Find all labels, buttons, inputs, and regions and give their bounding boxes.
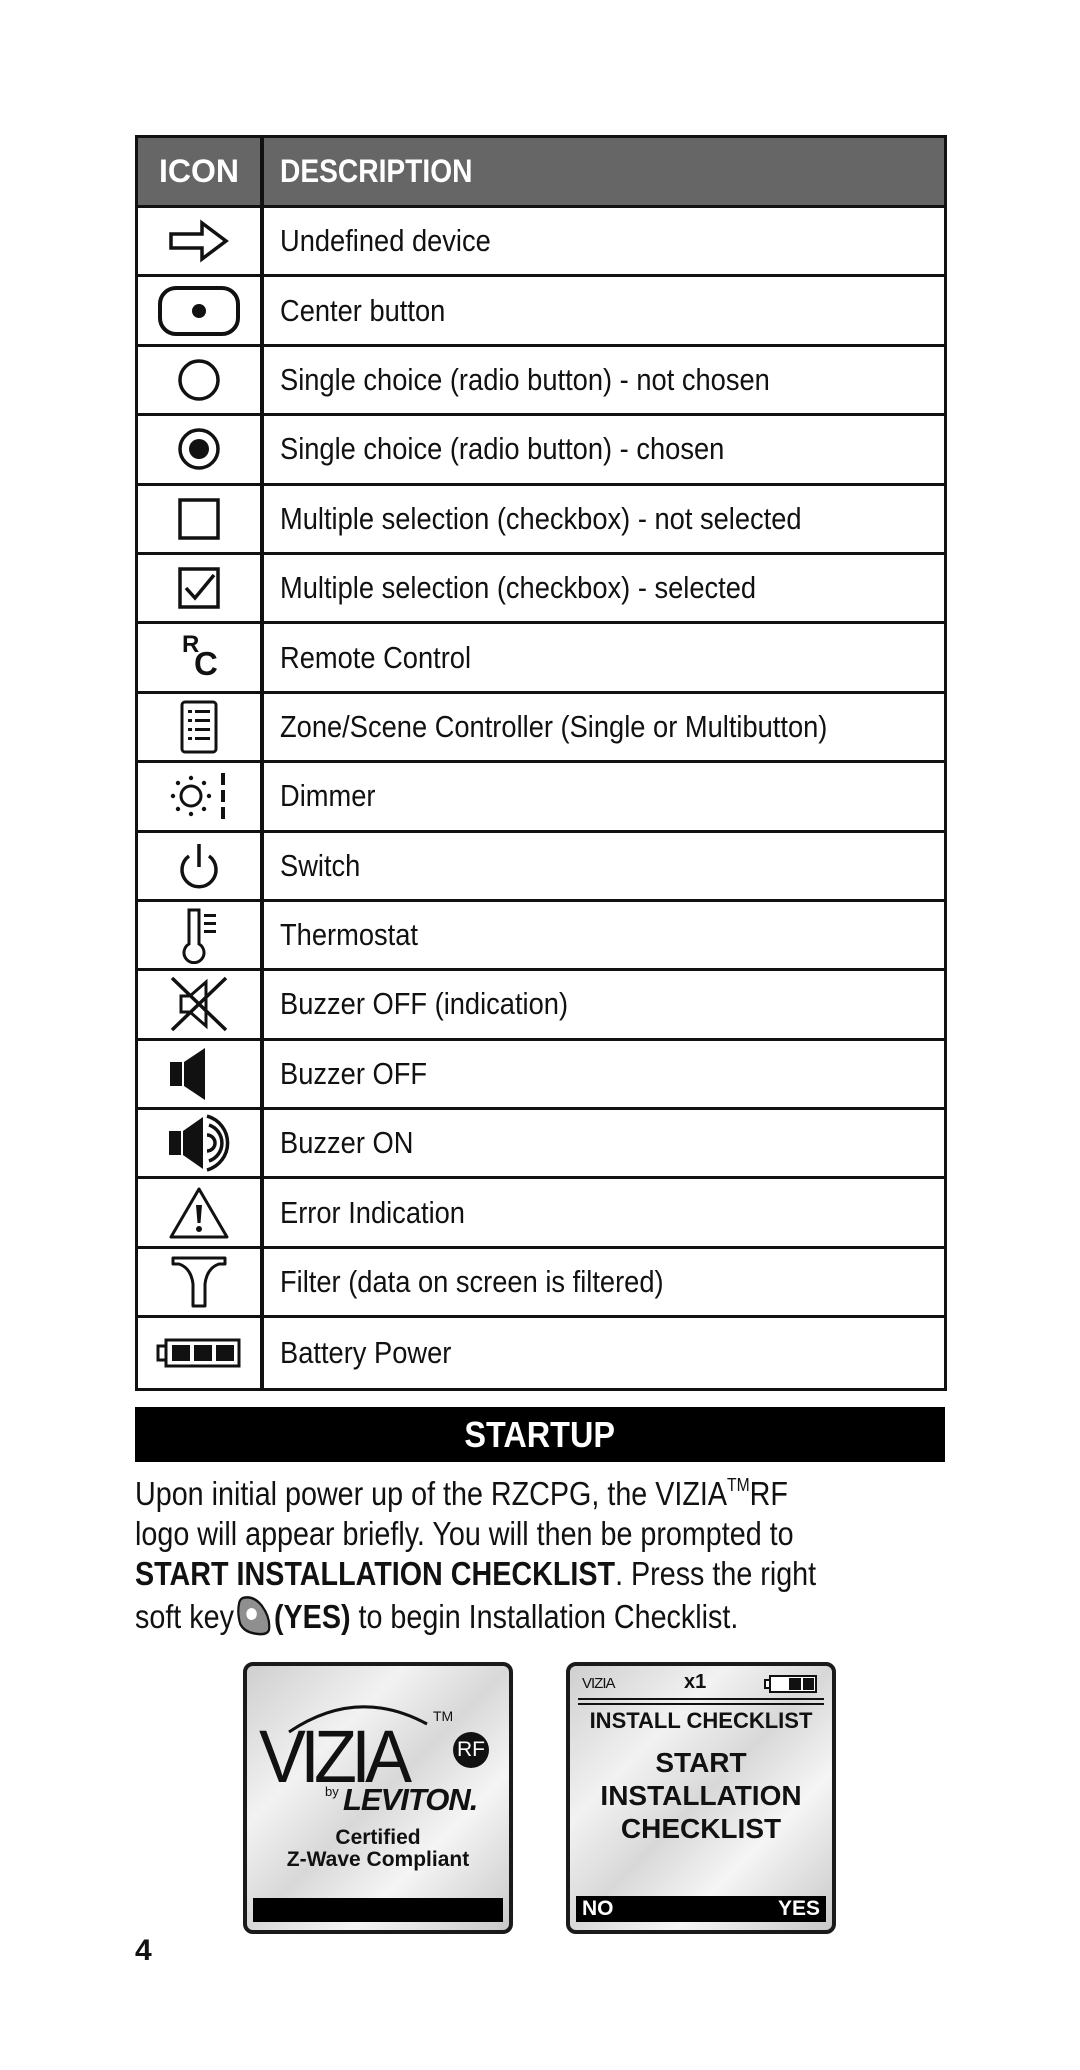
- row-description: Error Indication: [280, 1194, 465, 1230]
- row-description: Single choice (radio button) - chosen: [280, 431, 725, 467]
- description-column-header: DESCRIPTION: [280, 153, 473, 189]
- table-row: Buzzer OFF: [138, 1040, 944, 1111]
- row-description: Multiple selection (checkbox) - selected: [280, 570, 757, 606]
- filter-funnel-icon: [169, 1254, 229, 1310]
- leviton-logo-text: LEVITON.: [343, 1782, 478, 1817]
- vizia-mini-logo: VIZIA: [582, 1675, 616, 1692]
- dimmer-icon: [167, 769, 231, 823]
- row-description: Buzzer OFF: [280, 1055, 428, 1091]
- battery-full-icon: [156, 1337, 242, 1369]
- table-row: Buzzer ON: [138, 1110, 944, 1180]
- table-row: Zone/Scene Controller (Single or Multibu…: [138, 693, 944, 764]
- table-row: R C Remote Control: [138, 624, 944, 694]
- softkey-bar: [253, 1898, 503, 1922]
- screen-prompt: START INSTALLATION CHECKLIST: [600, 1747, 802, 1844]
- table-row: Multiple selection (checkbox) - selected: [138, 554, 944, 625]
- paragraph-line: soft key (YES) to begin Installation Chec…: [135, 1594, 857, 1645]
- warning-triangle-icon: [167, 1185, 231, 1241]
- table-row: Single choice (radio button) - not chose…: [138, 346, 944, 417]
- row-description: Buzzer ON: [280, 1125, 414, 1161]
- table-row: Center button: [138, 277, 944, 347]
- divider: [578, 1703, 824, 1705]
- paragraph-line: Upon initial power up of the RZCPG, the …: [135, 1475, 788, 1512]
- table-row: Buzzer OFF (indication): [138, 971, 944, 1041]
- row-description: Filter (data on screen is filtered): [280, 1264, 664, 1300]
- row-description: Remote Control: [280, 639, 472, 675]
- radio-checked-icon: [176, 426, 222, 472]
- thermostat-icon: [177, 906, 221, 965]
- center-button-icon: [157, 285, 241, 337]
- by-label: by: [325, 1784, 339, 1799]
- speaker-icon: [167, 1046, 231, 1102]
- startup-paragraph: Upon initial power up of the RZCPG, the …: [135, 1474, 965, 1645]
- divider: [578, 1698, 824, 1700]
- radio-unchecked-icon: [176, 357, 222, 403]
- zwave-compliant-label: Z-Wave Compliant: [286, 1848, 470, 1871]
- table-row: Error Indication: [138, 1179, 944, 1249]
- status-bar: VIZIA x1: [576, 1670, 826, 1696]
- remote-control-icon: R C: [182, 630, 218, 682]
- scene-controller-icon: [179, 700, 219, 754]
- battery-level-icon: [764, 1675, 818, 1698]
- power-switch-icon: [176, 841, 222, 891]
- row-description: Single choice (radio button) - not chose…: [280, 361, 770, 397]
- row-description: Dimmer: [280, 778, 376, 814]
- table-row: Multiple selection (checkbox) - not sele…: [138, 485, 944, 555]
- vizia-logo-screen: VIZIA TM RF by LEVITON. Certified Z-Wave…: [243, 1662, 513, 1934]
- table-row: Dimmer: [138, 763, 944, 833]
- install-checklist-screen: VIZIA x1 INSTALL CHECKLIST START INSTALL…: [566, 1662, 836, 1934]
- paragraph-line: logo will appear briefly. You will then …: [135, 1515, 794, 1552]
- device-count: x1: [684, 1671, 707, 1693]
- table-row: Undefined device: [138, 208, 944, 278]
- right-softkey-icon: [236, 1594, 273, 1645]
- row-description: Multiple selection (checkbox) - not sele…: [280, 500, 802, 536]
- table-row: Thermostat: [138, 901, 944, 972]
- table-row: Single choice (radio button) - chosen: [138, 416, 944, 486]
- row-description: Undefined device: [280, 223, 491, 259]
- page-number: 4: [135, 1934, 152, 1967]
- icon-table: ICON DESCRIPTION Undefined device Center…: [135, 135, 947, 1391]
- speaker-crossed-icon: [168, 974, 230, 1034]
- table-header: ICON DESCRIPTION: [138, 138, 944, 208]
- softkey-yes[interactable]: YES: [778, 1897, 820, 1921]
- startup-title: STARTUP: [464, 1413, 616, 1455]
- softkey-no[interactable]: NO: [582, 1897, 614, 1921]
- row-description: Battery Power: [280, 1334, 452, 1370]
- speaker-sound-icon: [163, 1113, 235, 1173]
- checkbox-unchecked-icon: [177, 497, 221, 541]
- table-row: Switch: [138, 832, 944, 902]
- table-row: Battery Power: [138, 1318, 944, 1388]
- row-description: Buzzer OFF (indication): [280, 986, 569, 1022]
- paragraph-line: START INSTALLATION CHECKLIST. Press the …: [135, 1555, 817, 1592]
- table-row: Filter (data on screen is filtered): [138, 1248, 944, 1319]
- arrow-right-outline-icon: [168, 219, 230, 263]
- rf-badge: RF: [453, 1732, 489, 1768]
- row-description: Zone/Scene Controller (Single or Multibu…: [280, 708, 828, 744]
- icon-column-header: ICON: [159, 153, 239, 189]
- softkey-bar: NO YES: [576, 1896, 826, 1922]
- certified-label: Certified: [335, 1826, 421, 1849]
- row-description: Switch: [280, 847, 361, 883]
- checkbox-checked-icon: [177, 566, 221, 610]
- row-description: Thermostat: [280, 917, 418, 953]
- screen-heading: INSTALL CHECKLIST: [589, 1708, 813, 1733]
- startup-section-heading: STARTUP: [135, 1407, 945, 1462]
- trademark-mark: TM: [433, 1708, 454, 1724]
- row-description: Center button: [280, 292, 446, 328]
